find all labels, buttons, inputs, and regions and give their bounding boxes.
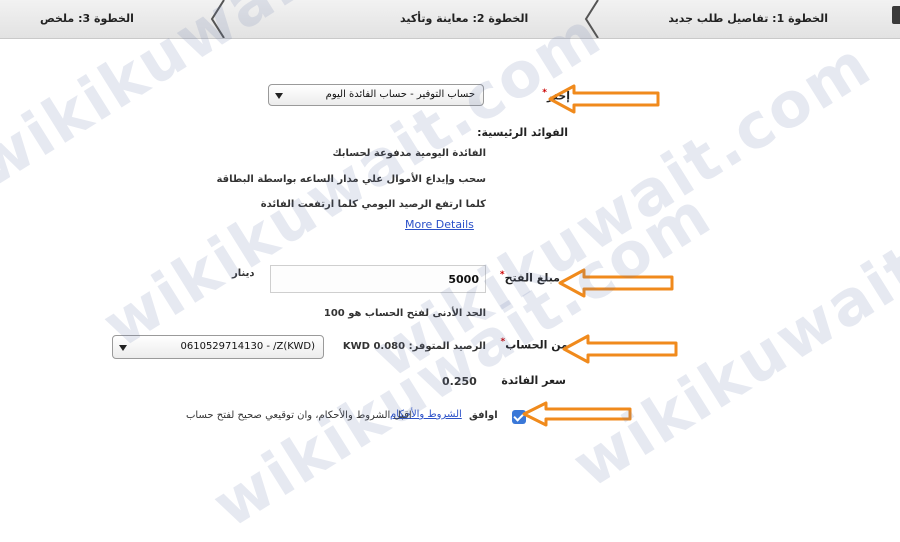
step-1-details[interactable]: الخطوة 1: تفاصيل طلب جديد <box>668 0 828 38</box>
annotation-arrow-icon <box>548 84 662 114</box>
step-separator-icon <box>582 0 602 38</box>
more-details-link[interactable]: More Details <box>405 218 474 231</box>
interest-rate-label: سعر الفائدة <box>501 374 566 387</box>
agree-prefix: اوافق <box>469 410 498 421</box>
interest-rate-value: 0.250 <box>442 375 477 388</box>
watermark-text: wikikuwait.com <box>560 136 900 502</box>
active-step-marker <box>892 6 900 24</box>
step-2-review[interactable]: الخطوة 2: معاينة وتأكيد <box>400 0 528 38</box>
account-type-select[interactable]: حساب التوفير - حساب الفائدة اليوم <box>268 84 484 106</box>
annotation-arrow-icon <box>522 401 634 427</box>
amount-label: مبلغ الفتح* <box>499 270 560 285</box>
steps-bar: الخطوة 1: تفاصيل طلب جديد الخطوة 2: معاي… <box>0 0 900 39</box>
from-account-select[interactable]: 0610529714130 - /Z(KWD) <box>112 335 324 359</box>
benefit-item: سحب وإيداع الأموال علي مدار الساعه بواسط… <box>216 174 486 185</box>
amount-input[interactable]: 5000 <box>270 265 486 293</box>
currency-label: دينار <box>232 268 255 279</box>
annotation-arrow-icon <box>558 268 676 298</box>
benefit-item: الفائدة اليومية مدفوعة لحسابك <box>332 148 486 159</box>
from-account-value: 0610529714130 - /Z(KWD) <box>180 341 316 352</box>
step-3-summary[interactable]: الخطوة 3: ملخص <box>40 0 134 38</box>
available-balance: الرصيد المتوفر: KWD 0.080 <box>342 341 486 352</box>
annotation-arrow-icon <box>562 334 680 364</box>
benefits-label: الفوائد الرئيسية: <box>477 126 568 139</box>
step-separator-icon <box>208 0 228 38</box>
from-account-label: من الحساب* <box>500 337 568 352</box>
agree-terms-text: اقبل الشروط والأحكام، وان توقيعي صحيح لف… <box>186 410 412 421</box>
chevron-down-icon <box>119 345 127 351</box>
amount-value: 5000 <box>448 273 479 286</box>
minimum-amount-note: الحد الأدنى لفتح الحساب هو 100 <box>323 308 486 319</box>
chevron-down-icon <box>275 93 283 99</box>
benefit-item: كلما ارتفع الرصيد اليومي كلما ارتفعت الف… <box>260 199 486 210</box>
account-type-value: حساب التوفير - حساب الفائدة اليوم <box>325 89 475 100</box>
